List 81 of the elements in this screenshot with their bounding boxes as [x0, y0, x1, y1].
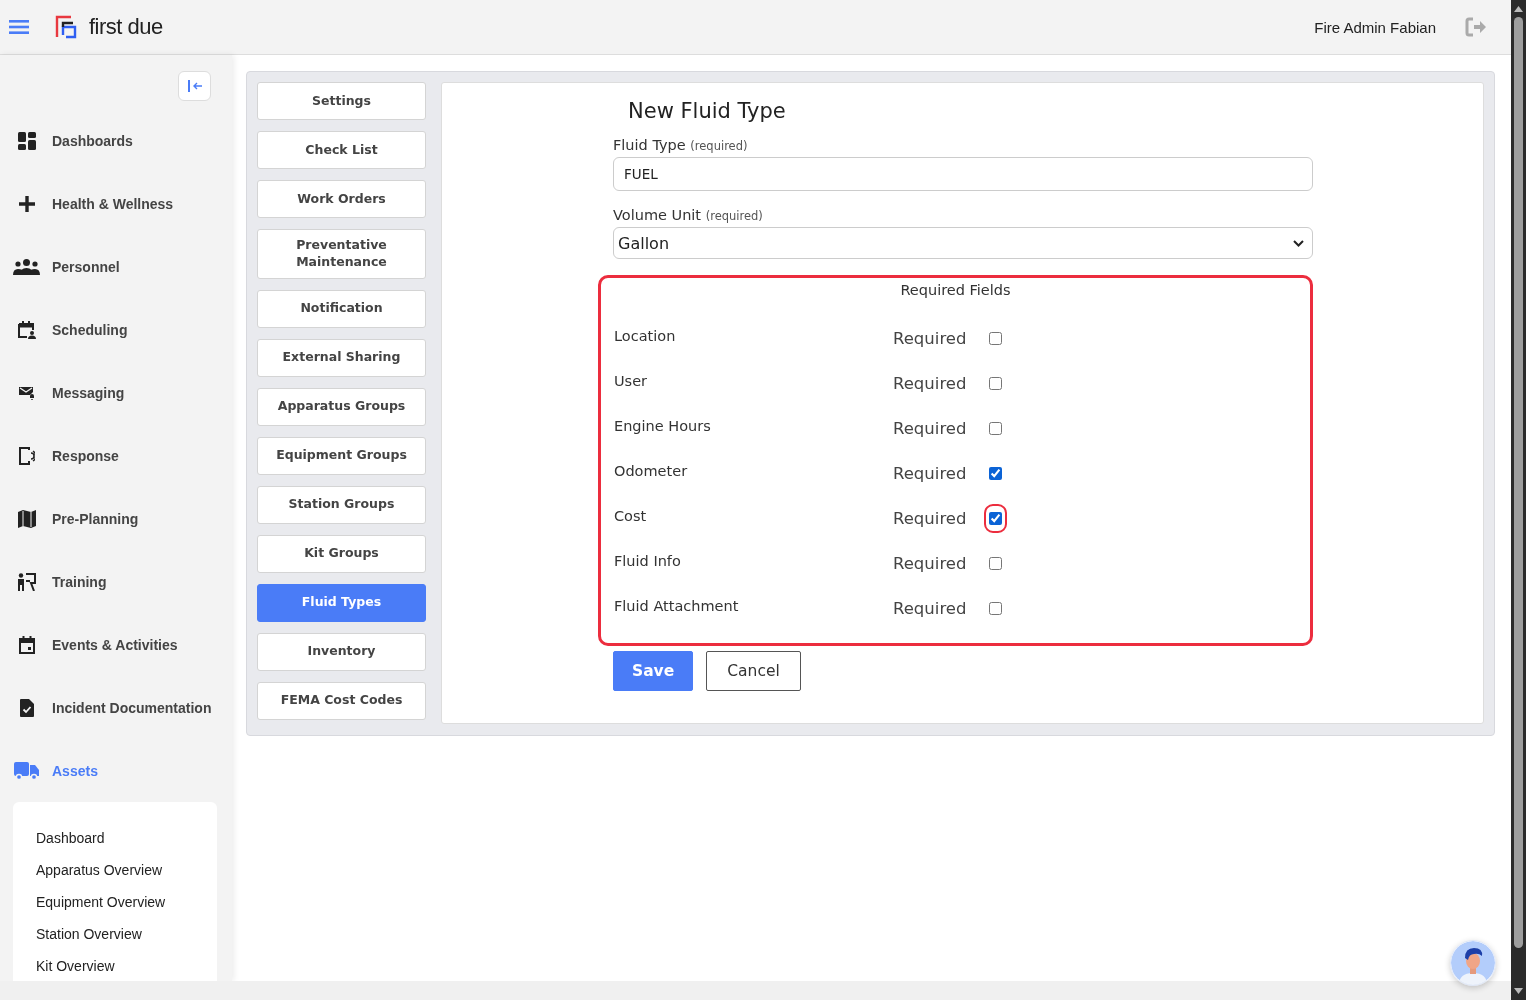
save-button[interactable]: Save: [613, 651, 694, 691]
dashboard-icon: [17, 131, 36, 150]
field-name: Location: [614, 327, 677, 344]
settings-menu-button[interactable]: Apparatus Groups: [257, 387, 426, 426]
sidebar-item[interactable]: Health & Wellness: [0, 172, 232, 235]
settings-menu-button[interactable]: Preventative Maintenance: [257, 229, 426, 279]
plus-icon: [18, 195, 35, 212]
sidebar-item[interactable]: Messaging: [0, 361, 232, 424]
submenu-item[interactable]: Station Overview: [36, 918, 217, 950]
field-name: Cost: [614, 507, 648, 524]
required-checkbox[interactable]: [989, 512, 1002, 525]
cancel-button[interactable]: Cancel: [706, 651, 801, 691]
option-label: Required: [893, 509, 968, 528]
settings-menu-button[interactable]: Inventory: [257, 632, 426, 671]
option-label: Required: [893, 419, 968, 438]
volume-unit-dropdown[interactable]: Gallon: [613, 227, 1313, 259]
submenu-item[interactable]: Dashboard: [36, 822, 217, 854]
field-label: Fluid Type: [613, 137, 686, 153]
settings-menu-button[interactable]: Kit Groups: [257, 534, 426, 573]
sidebar-item[interactable]: Pre-Planning: [0, 487, 232, 550]
settings-menu-button[interactable]: Check List: [257, 131, 426, 169]
sidebar-item[interactable]: Dashboards: [0, 109, 232, 172]
settings-menu-button[interactable]: Notification: [257, 289, 426, 328]
option-label: Required: [893, 599, 968, 618]
submenu-item[interactable]: Kit Overview: [36, 950, 217, 981]
field-name: Fluid Attachment: [614, 597, 740, 614]
required-checkbox[interactable]: [989, 602, 1002, 615]
field-label: Volume Unit: [613, 207, 702, 223]
truck-icon: [13, 761, 40, 780]
option-label: Required: [893, 374, 968, 393]
chevron-down-icon: [1293, 239, 1304, 247]
collapse-sidebar-button[interactable]: [178, 71, 211, 101]
map-icon: [17, 509, 36, 528]
logo-text: first due: [89, 14, 163, 40]
settings-menu-button[interactable]: Fluid Types: [257, 583, 426, 622]
mail-icon: [18, 385, 35, 400]
logo-icon: [55, 15, 79, 39]
fluid-type-field[interactable]: FUEL: [613, 157, 1313, 191]
section-title: Required Fields: [899, 282, 1012, 298]
settings-menu-button[interactable]: FEMA Cost Codes: [257, 681, 426, 720]
device-icon: [18, 446, 35, 465]
field-name: Odometer: [614, 462, 689, 479]
required-checkbox[interactable]: [989, 377, 1002, 390]
settings-menu-button[interactable]: External Sharing: [257, 338, 426, 377]
required-checkbox[interactable]: [989, 422, 1002, 435]
option-label: Required: [893, 464, 968, 483]
assistant-avatar[interactable]: [1450, 940, 1496, 986]
required-checkbox[interactable]: [989, 467, 1002, 480]
scroll-up-icon[interactable]: [1514, 6, 1523, 12]
sidebar-item[interactable]: Scheduling: [0, 298, 232, 361]
menu-icon[interactable]: [9, 20, 29, 34]
option-label: Required: [893, 329, 968, 348]
calendar-icon: [17, 320, 36, 339]
settings-menu-button[interactable]: Settings: [257, 82, 426, 120]
sidebar-item[interactable]: Personnel: [0, 235, 232, 298]
sidebar-item[interactable]: Response: [0, 424, 232, 487]
field-name: Fluid Info: [614, 552, 682, 569]
required-note: (required): [705, 209, 763, 223]
submenu-item[interactable]: Equipment Overview: [36, 886, 217, 918]
field-name: User: [614, 372, 649, 389]
sidebar-item[interactable]: Training: [0, 550, 232, 613]
settings-menu-button[interactable]: Work Orders: [257, 180, 426, 218]
form-title: New Fluid Type: [628, 99, 787, 123]
trainer-icon: [17, 572, 36, 591]
submenu-item[interactable]: Apparatus Overview: [36, 854, 217, 886]
settings-menu-button[interactable]: Station Groups: [257, 485, 426, 524]
collapse-icon: [186, 79, 203, 93]
sidebar-item[interactable]: Events & Activities: [0, 613, 232, 676]
settings-menu-button[interactable]: Equipment Groups: [257, 436, 426, 475]
required-checkbox[interactable]: [989, 332, 1002, 345]
field-name: Engine Hours: [614, 417, 712, 434]
user-name: Fire Admin Fabian: [1314, 18, 1436, 36]
scrollbar[interactable]: [1511, 0, 1526, 1000]
required-checkbox[interactable]: [989, 557, 1002, 570]
required-note: (required): [690, 139, 748, 153]
calendar-icon: [18, 635, 35, 654]
sidebar-item[interactable]: Incident Documentation: [0, 676, 232, 739]
option-label: Required: [893, 554, 968, 573]
document-icon: [19, 698, 34, 717]
scroll-down-icon[interactable]: [1514, 988, 1523, 994]
people-icon: [13, 258, 40, 275]
